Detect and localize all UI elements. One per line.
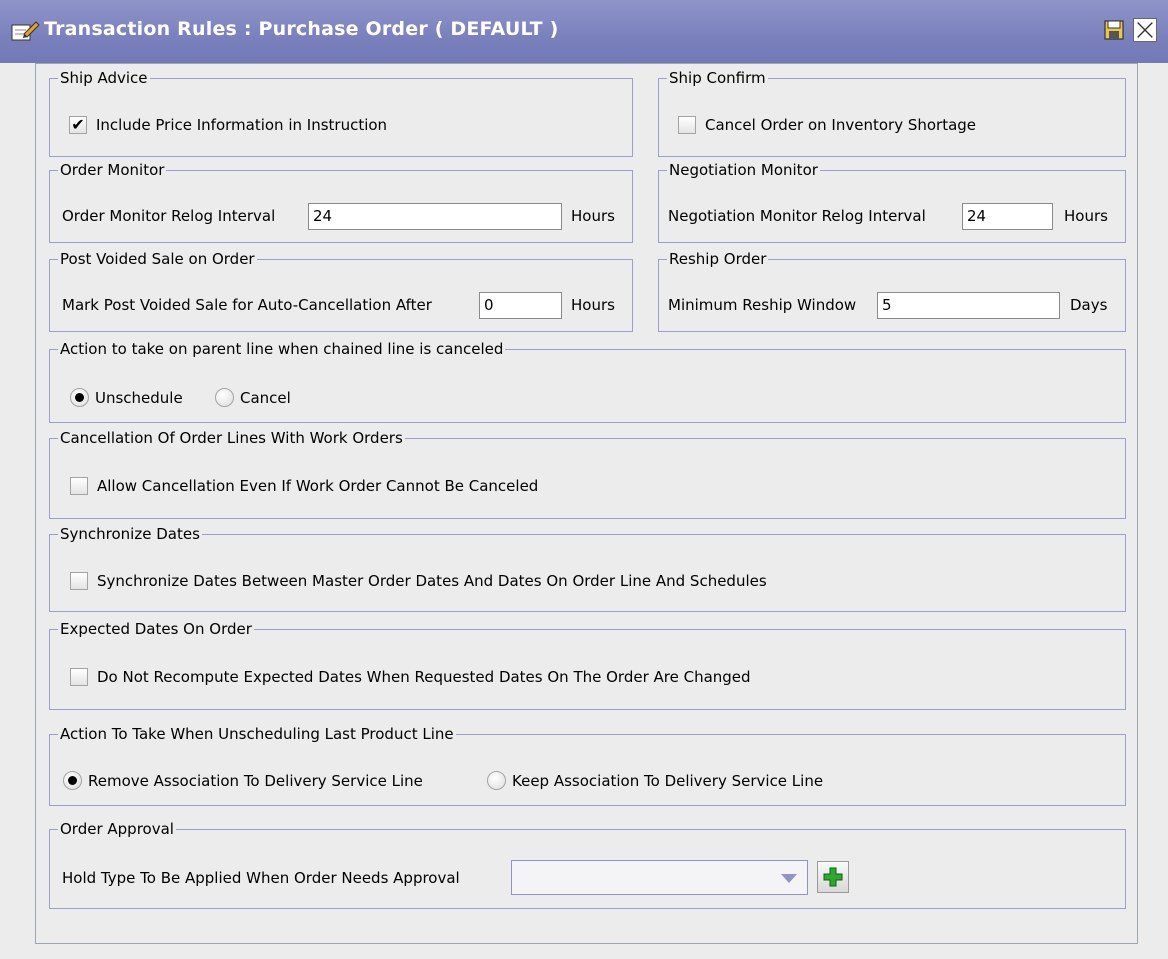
remove-association-radio-row[interactable]: Remove Association To Delivery Service L… — [63, 771, 423, 790]
chevron-down-icon[interactable] — [781, 874, 797, 883]
negotiation-monitor-legend: Negotiation Monitor — [669, 161, 818, 179]
cancel-shortage-checkbox[interactable] — [678, 116, 696, 134]
no-recompute-checkbox[interactable] — [70, 668, 88, 686]
remove-association-label: Remove Association To Delivery Service L… — [88, 771, 423, 790]
unschedule-radio-row[interactable]: Unschedule — [70, 388, 183, 407]
remove-association-radio[interactable] — [63, 771, 82, 790]
include-price-label: Include Price Information in Instruction — [96, 116, 388, 134]
order-monitor-input[interactable]: 24 — [308, 203, 562, 230]
window-titlebar: Transaction Rules : Purchase Order ( DEF… — [0, 0, 1168, 63]
keep-association-radio[interactable] — [487, 771, 506, 790]
ship-advice-group: Ship Advice — [49, 69, 633, 157]
cancel-label: Cancel — [240, 388, 291, 407]
allow-cancel-label: Allow Cancellation Even If Work Order Ca… — [97, 477, 539, 495]
cancel-radio[interactable] — [215, 388, 234, 407]
keep-association-radio-row[interactable]: Keep Association To Delivery Service Lin… — [487, 771, 823, 790]
include-price-checkbox[interactable]: ✔ — [69, 116, 87, 134]
chained-line-legend: Action to take on parent line when chain… — [60, 340, 504, 358]
allow-cancel-checkbox[interactable] — [70, 477, 88, 495]
post-voided-group: Post Voided Sale on Order — [49, 250, 633, 332]
sync-dates-group: Synchronize Dates — [49, 525, 1126, 612]
sync-dates-legend: Synchronize Dates — [60, 525, 200, 543]
ship-confirm-group: Ship Confirm — [658, 69, 1126, 157]
expected-dates-legend: Expected Dates On Order — [60, 620, 252, 638]
window-title: Transaction Rules : Purchase Order ( DEF… — [44, 18, 559, 40]
work-orders-legend: Cancellation Of Order Lines With Work Or… — [60, 429, 403, 447]
reship-input[interactable]: 5 — [877, 292, 1060, 319]
order-approval-legend: Order Approval — [60, 820, 174, 838]
keep-association-label: Keep Association To Delivery Service Lin… — [512, 771, 824, 790]
unscheduling-group: Action To Take When Unscheduling Last Pr… — [49, 725, 1126, 806]
save-icon[interactable] — [1102, 18, 1126, 42]
post-voided-label: Mark Post Voided Sale for Auto-Cancellat… — [62, 296, 432, 314]
unschedule-radio[interactable] — [70, 388, 89, 407]
negotiation-monitor-input[interactable]: 24 — [962, 203, 1053, 230]
no-recompute-checkbox-row[interactable]: Do Not Recompute Expected Dates When Req… — [70, 668, 751, 686]
ship-advice-legend: Ship Advice — [60, 69, 148, 87]
negotiation-monitor-label: Negotiation Monitor Relog Interval — [668, 207, 926, 225]
order-monitor-legend: Order Monitor — [60, 161, 165, 179]
edit-document-icon — [11, 21, 40, 41]
cancel-shortage-checkbox-row[interactable]: Cancel Order on Inventory Shortage — [678, 116, 976, 134]
chained-line-group: Action to take on parent line when chain… — [49, 340, 1126, 423]
post-voided-legend: Post Voided Sale on Order — [60, 250, 255, 268]
unschedule-label: Unschedule — [95, 388, 183, 407]
allow-cancel-checkbox-row[interactable]: Allow Cancellation Even If Work Order Ca… — [70, 477, 538, 495]
negotiation-monitor-group: Negotiation Monitor — [658, 161, 1126, 243]
hold-type-select[interactable] — [511, 860, 808, 895]
work-orders-group: Cancellation Of Order Lines With Work Or… — [49, 429, 1126, 519]
post-voided-input[interactable]: 0 — [479, 292, 562, 319]
order-monitor-label: Order Monitor Relog Interval — [62, 207, 276, 225]
checkmark-icon: ✔ — [71, 115, 85, 134]
sync-dates-checkbox-row[interactable]: Synchronize Dates Between Master Order D… — [70, 572, 767, 590]
reship-label: Minimum Reship Window — [668, 296, 857, 314]
order-monitor-unit: Hours — [571, 207, 615, 225]
negotiation-monitor-unit: Hours — [1064, 207, 1108, 225]
cancel-shortage-label: Cancel Order on Inventory Shortage — [705, 116, 977, 134]
post-voided-unit: Hours — [571, 296, 615, 314]
no-recompute-label: Do Not Recompute Expected Dates When Req… — [97, 668, 751, 686]
order-monitor-group: Order Monitor — [49, 161, 633, 243]
cancel-radio-row[interactable]: Cancel — [215, 388, 291, 407]
expected-dates-group: Expected Dates On Order — [49, 620, 1126, 710]
close-icon[interactable] — [1133, 18, 1157, 42]
reship-unit: Days — [1070, 296, 1108, 314]
add-hold-type-button[interactable] — [817, 861, 849, 893]
hold-type-label: Hold Type To Be Applied When Order Needs… — [62, 869, 460, 887]
ship-confirm-legend: Ship Confirm — [669, 69, 766, 87]
plus-icon — [823, 867, 843, 887]
sync-dates-checkbox[interactable] — [70, 572, 88, 590]
reship-group: Reship Order — [658, 250, 1126, 332]
unscheduling-legend: Action To Take When Unscheduling Last Pr… — [60, 725, 454, 743]
reship-legend: Reship Order — [669, 250, 767, 268]
include-price-checkbox-row[interactable]: ✔ Include Price Information in Instructi… — [69, 116, 387, 134]
sync-dates-label: Synchronize Dates Between Master Order D… — [97, 572, 767, 590]
